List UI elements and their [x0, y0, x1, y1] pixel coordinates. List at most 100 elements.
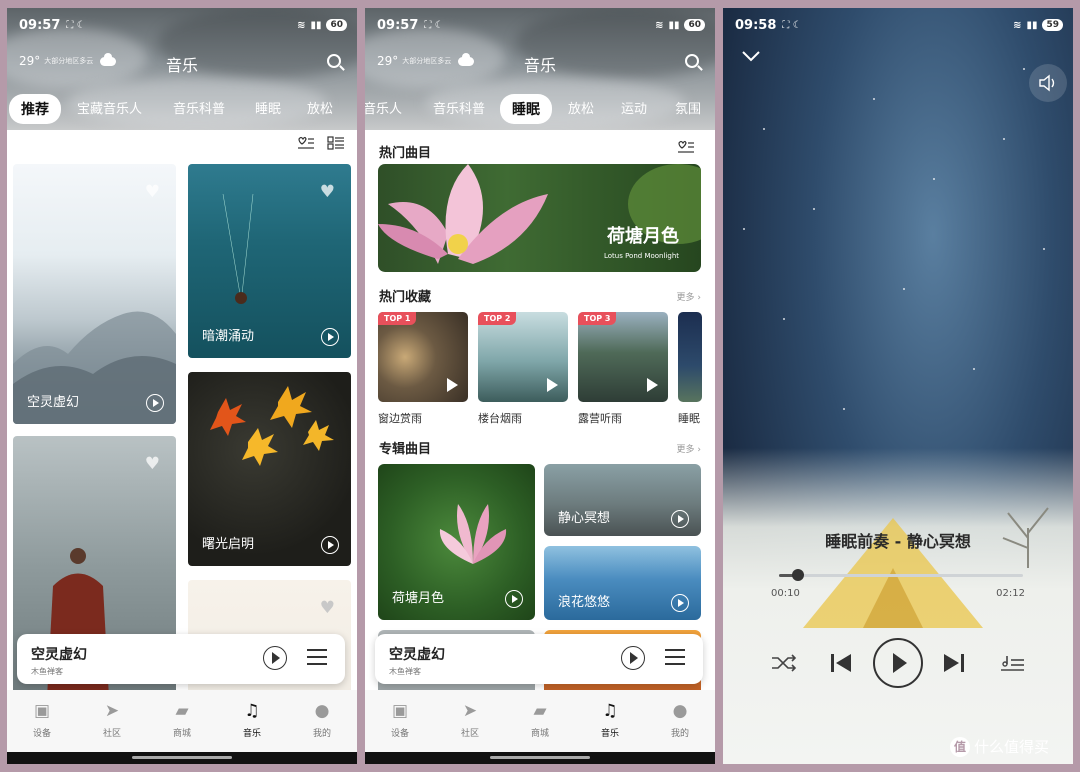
more-link-albums[interactable]: 更多 › [677, 442, 701, 455]
tab-music-science[interactable]: 音乐科普 [173, 98, 225, 117]
watermark-text: 什么值得买 [974, 738, 1050, 756]
section-title-albums: 专辑曲目 [379, 442, 432, 457]
paraglider-illustration [222, 194, 254, 304]
search-icon[interactable] [327, 54, 341, 68]
nav-store[interactable]: ▰ 商城 [147, 702, 217, 739]
card-title: 荷塘月色 [392, 591, 445, 606]
play-icon[interactable] [321, 536, 339, 554]
search-icon[interactable] [685, 54, 699, 68]
section-title-hot-tracks: 热门曲目 [379, 146, 432, 161]
playlist-icon[interactable] [999, 654, 1025, 674]
play-icon[interactable] [321, 328, 339, 346]
wifi-icon: ≋ [655, 19, 664, 31]
album-card-waves[interactable]: 浪花悠悠 [544, 546, 701, 620]
nav-community[interactable]: ➤ 社区 [77, 702, 147, 739]
device-icon: ▣ [33, 701, 51, 721]
heart-icon[interactable]: ♥ [320, 182, 335, 202]
tab-music-science[interactable]: 音乐科普 [433, 98, 485, 117]
chevron-down-icon[interactable] [741, 50, 761, 62]
watermark: 值 什么值得买 [950, 736, 1049, 757]
content-sleep: 热门曲目 荷塘月色 Lotus Pond Moonlight 热门收藏 更多 ›… [365, 130, 715, 698]
home-indicator[interactable] [365, 752, 715, 764]
play-icon[interactable] [671, 594, 689, 612]
play-icon[interactable] [447, 378, 458, 392]
heart-icon[interactable]: ♥ [145, 454, 160, 474]
signal-icon: ▮▮ [668, 19, 680, 31]
playlist-icon[interactable] [307, 649, 327, 665]
play-icon[interactable] [505, 590, 523, 608]
bottom-nav: ▣ 设备 ➤ 社区 ▰ 商城 ♫ 音乐 ● 我的 [7, 690, 357, 752]
collection-item[interactable]: TOP 2 [478, 312, 568, 402]
header: 09:57 ⛶ ☾ ≋ ▮▮ 60 29° 大部分地区多云 音乐 推荐 宝藏音乐人 … [7, 8, 357, 130]
nav-music[interactable]: ♫ 音乐 [217, 702, 287, 739]
track-card-dawn[interactable]: 曙光启明 [188, 372, 351, 566]
home-indicator[interactable] [7, 752, 357, 764]
play-button[interactable] [873, 638, 923, 688]
progress-handle[interactable] [791, 569, 804, 581]
tab-recommend[interactable]: 推荐 [9, 94, 61, 124]
album-card-meditation[interactable]: 静心冥想 [544, 464, 701, 536]
heart-icon[interactable]: ♥ [320, 598, 335, 618]
shuffle-icon[interactable] [771, 654, 797, 672]
phone-sleep-screen: 09:57 ⛶ ☾ ≋ ▮▮ 60 29° 大部分地区多云 音乐 音乐人 音乐科普 … [365, 8, 715, 764]
nav-store[interactable]: ▰ 商城 [505, 702, 575, 739]
watermark-logo-icon: 值 [950, 736, 970, 757]
rank-badge: TOP 3 [578, 312, 617, 325]
nav-community[interactable]: ➤ 社区 [435, 702, 505, 739]
phone-recommend-screen: 09:57 ⛶ ☾ ≋ ▮▮ 60 29° 大部分地区多云 音乐 推荐 宝藏音乐人 … [7, 8, 357, 764]
favorites-list-icon[interactable] [297, 136, 315, 150]
banner-title: 荷塘月色 [607, 226, 679, 247]
mini-player[interactable]: 空灵虚幻 木鱼禅客 [17, 634, 345, 684]
collection-item[interactable]: TOP 3 [578, 312, 668, 402]
total-duration: 02:12 [996, 588, 1025, 599]
status-time: 09:57 [19, 17, 61, 33]
tab-sport[interactable]: 运动 [621, 98, 647, 117]
nav-music[interactable]: ♫ 音乐 [575, 702, 645, 739]
collection-item[interactable]: TOP 1 [378, 312, 468, 402]
grid-view-icon[interactable] [327, 136, 345, 150]
nav-device[interactable]: ▣ 设备 [7, 702, 77, 739]
volume-button[interactable] [1029, 64, 1067, 102]
play-icon[interactable] [671, 510, 689, 528]
tab-sleep[interactable]: 睡眠 [500, 94, 552, 124]
card-title: 曙光启明 [202, 537, 255, 552]
tab-treasure-musicians[interactable]: 宝藏音乐人 [77, 98, 142, 117]
tab-sleep[interactable]: 睡眠 [255, 98, 281, 117]
status-icons: ⛶ ☾ [782, 19, 802, 31]
speaker-icon [1039, 74, 1055, 92]
track-card-ethereal[interactable]: ♥ 空灵虚幻 [13, 164, 176, 424]
rank-badge: TOP 2 [478, 312, 517, 325]
next-track-icon[interactable] [942, 652, 966, 674]
play-button[interactable] [263, 646, 287, 670]
rank-badge: TOP 1 [378, 312, 417, 325]
track-card-undercurrent[interactable]: ♥ 暗潮涌动 [188, 164, 351, 358]
play-icon[interactable] [146, 394, 164, 412]
play-icon[interactable] [647, 378, 658, 392]
previous-track-icon[interactable] [829, 652, 853, 674]
hot-track-banner[interactable]: 荷塘月色 Lotus Pond Moonlight [378, 164, 701, 272]
status-icons: ⛶ ☾ [66, 19, 86, 31]
user-icon: ● [672, 701, 688, 721]
more-link-collections[interactable]: 更多 › [677, 290, 701, 303]
nav-device[interactable]: ▣ 设备 [365, 702, 435, 739]
album-card-lotus[interactable]: 荷塘月色 [378, 464, 535, 620]
nav-profile[interactable]: ● 我的 [645, 702, 715, 739]
tab-ambience[interactable]: 氛围 [675, 98, 701, 117]
collection-caption: 露营听雨 [578, 412, 622, 425]
signal-icon: ▮▮ [310, 19, 322, 31]
play-button[interactable] [621, 646, 645, 670]
play-icon[interactable] [547, 378, 558, 392]
mini-player[interactable]: 空灵虚幻 木鱼禅客 [375, 634, 703, 684]
favorites-list-icon[interactable] [677, 140, 695, 154]
music-note-icon: ♫ [244, 701, 260, 721]
tab-musicians[interactable]: 音乐人 [365, 98, 402, 117]
collection-item[interactable] [678, 312, 702, 402]
heart-icon[interactable]: ♥ [145, 182, 160, 202]
nav-profile[interactable]: ● 我的 [287, 702, 357, 739]
status-time: 09:58 [735, 17, 777, 33]
progress-bar[interactable] [779, 569, 1023, 581]
tab-relax[interactable]: 放松 [568, 98, 594, 117]
playlist-icon[interactable] [665, 649, 685, 665]
tab-relax[interactable]: 放松 [307, 98, 333, 117]
mini-player-title: 空灵虚幻 [389, 647, 445, 663]
